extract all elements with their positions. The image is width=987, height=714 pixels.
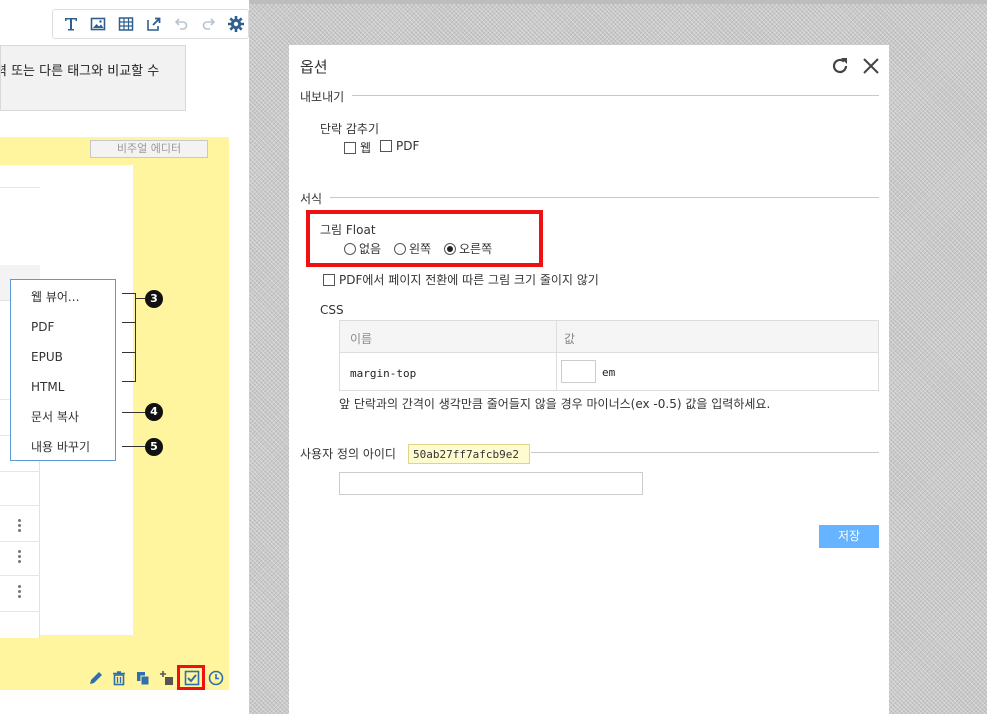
marker-4: 4: [145, 403, 163, 421]
float-right-label: 오른쪽: [459, 242, 493, 256]
float-right-option[interactable]: 오른쪽: [444, 240, 492, 257]
float-right-radio[interactable]: [444, 242, 456, 255]
undo-icon[interactable]: [169, 12, 193, 36]
float-label: 그림 Float: [320, 223, 376, 237]
menu-item-epub[interactable]: EPUB: [11, 346, 115, 376]
pencil-icon[interactable]: [87, 669, 105, 687]
pdf-no-shrink-label: PDF에서 페이지 전환에 따른 그림 크기 줄이지 않기: [339, 273, 599, 287]
menu-item-web-viewer[interactable]: 웹 뷰어...: [11, 286, 115, 316]
css-table: 이름 값 margin-top em: [339, 320, 879, 391]
image-icon[interactable]: [87, 12, 111, 36]
bracket-line: [122, 293, 136, 294]
hide-web-option[interactable]: 웹: [344, 139, 371, 156]
css-hint-text: 앞 단락과의 간격이 생각만큼 줄어들지 않을 경우 마이너스(ex -0.5)…: [339, 397, 771, 411]
pdf-no-shrink-option[interactable]: PDF에서 페이지 전환에 따른 그림 크기 줄이지 않기: [323, 271, 599, 288]
pdf-no-shrink-checkbox[interactable]: [323, 273, 335, 286]
text-block: 력 또는 다른 태그와 비교할 수: [0, 45, 186, 111]
editor-toolbar: [52, 9, 249, 39]
section-divider: [300, 95, 879, 96]
css-property-name: margin-top: [350, 367, 417, 380]
highlight-box: [306, 210, 543, 267]
bracket-line: [122, 352, 136, 353]
float-left-label: 왼쪽: [409, 242, 432, 256]
menu-item-copy-document[interactable]: 문서 복사: [11, 406, 115, 436]
export-icon[interactable]: [142, 12, 166, 36]
hide-pdf-option[interactable]: PDF: [380, 139, 419, 153]
trash-icon[interactable]: [110, 669, 128, 687]
hide-pdf-checkbox[interactable]: [380, 140, 392, 152]
more-options-icon[interactable]: [16, 519, 22, 532]
export-section-label: 내보내기: [300, 88, 353, 105]
user-id-value[interactable]: 50ab27ff7afcb9e2: [408, 444, 530, 464]
format-section-label: 서식: [300, 190, 331, 207]
hide-web-label: 웹: [360, 141, 372, 155]
bracket-line: [122, 412, 145, 413]
section-divider: [300, 197, 879, 198]
bracket-line: [122, 381, 136, 382]
menu-item-html[interactable]: HTML: [11, 376, 115, 406]
css-column-divider: [556, 321, 557, 390]
more-options-icon[interactable]: [16, 550, 22, 563]
bracket-line: [135, 293, 136, 382]
visual-editor-button[interactable]: 비주얼 에디터: [90, 140, 208, 158]
table-icon[interactable]: [114, 12, 138, 36]
float-left-radio[interactable]: [394, 242, 406, 255]
bracket-line: [122, 446, 145, 447]
css-col-value: 값: [564, 332, 576, 346]
css-unit: em: [602, 366, 616, 379]
clock-icon[interactable]: [207, 669, 225, 687]
close-icon[interactable]: [860, 55, 882, 77]
more-options-icon[interactable]: [16, 585, 22, 598]
menu-item-pdf[interactable]: PDF: [11, 316, 115, 346]
options-dialog: 옵션 내보내기 단락 감추기 웹 PDF 서식 그림 Float 없음 왼쪽 오…: [289, 45, 889, 714]
user-id-input[interactable]: [339, 472, 643, 495]
redo-icon[interactable]: [197, 12, 221, 36]
user-id-label: 사용자 정의 아이디: [300, 447, 396, 461]
float-none-label: 없음: [359, 242, 382, 256]
css-value-input[interactable]: [561, 360, 596, 383]
menu-item-replace-content[interactable]: 내용 바꾸기: [11, 436, 115, 466]
save-button[interactable]: 저장: [819, 525, 879, 548]
copy-icon[interactable]: [134, 669, 152, 687]
css-label: CSS: [320, 303, 344, 317]
marker-5: 5: [145, 438, 163, 456]
bracket-line: [135, 298, 145, 299]
section-divider: [531, 452, 879, 453]
context-menu: 웹 뷰어... PDF EPUB HTML 문서 복사 내용 바꾸기: [10, 279, 116, 461]
css-col-name: 이름: [350, 332, 373, 346]
float-none-option[interactable]: 없음: [344, 240, 381, 257]
float-left-option[interactable]: 왼쪽: [394, 240, 431, 257]
dialog-title: 옵션: [300, 58, 328, 76]
text-icon[interactable]: [59, 12, 83, 36]
hide-pdf-label: PDF: [396, 139, 420, 153]
float-none-radio[interactable]: [344, 242, 356, 255]
editor-page: 력 또는 다른 태그와 비교할 수 비주얼 에디터 웹 뷰어... PDF EP…: [0, 0, 249, 714]
css-table-header: [340, 321, 878, 353]
bracket-line: [122, 322, 136, 323]
paragraph-hide-label: 단락 감추기: [320, 122, 380, 136]
refresh-icon[interactable]: [829, 55, 851, 77]
add-icon[interactable]: [158, 669, 176, 687]
marker-3: 3: [145, 290, 163, 308]
gear-icon[interactable]: [224, 12, 248, 36]
hide-web-checkbox[interactable]: [344, 141, 356, 154]
text-snippet: 력 또는 다른 태그와 비교할 수: [0, 64, 160, 79]
highlight-box: [177, 665, 205, 690]
